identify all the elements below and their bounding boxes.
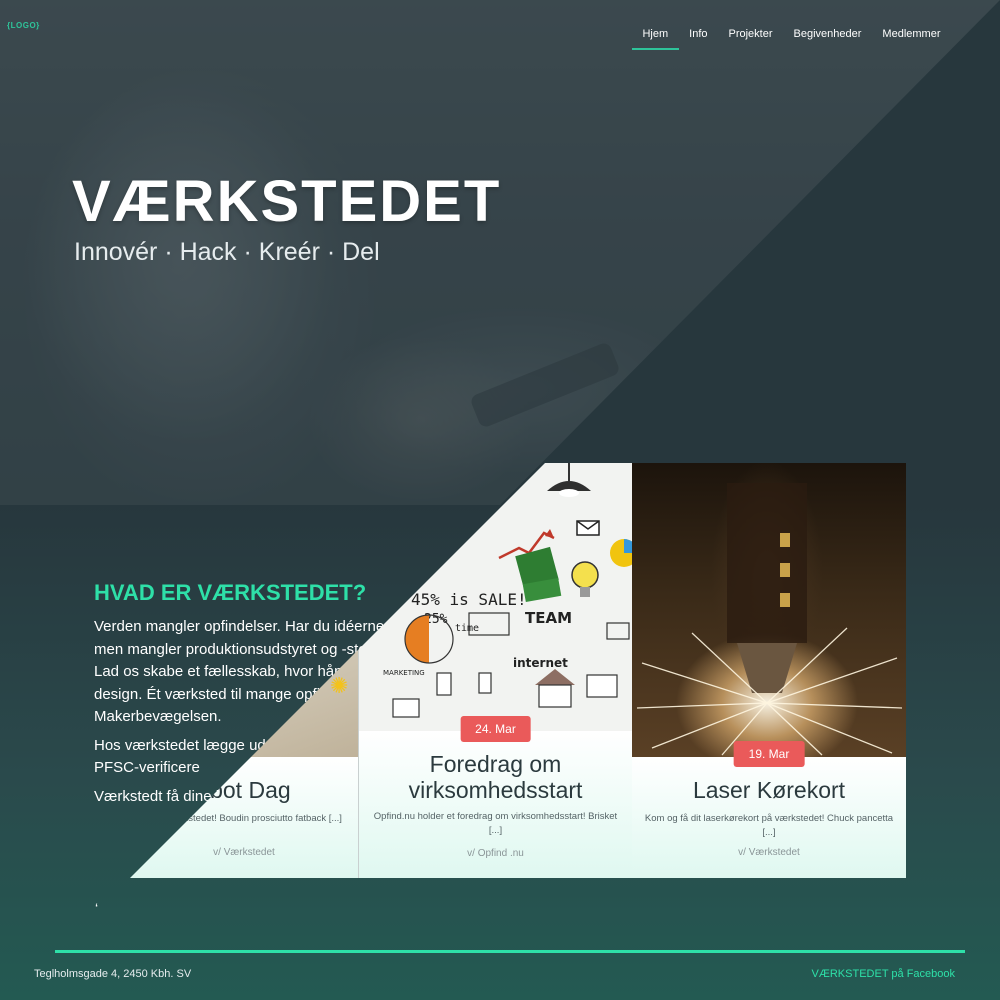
nav-item-begivenheder[interactable]: Begivenheder [783, 26, 872, 50]
nav-item-info[interactable]: Info [679, 26, 718, 50]
event-author: v/ Opfind .nu [467, 848, 524, 859]
footer-divider [55, 950, 965, 953]
sun-icon: ✺ [330, 673, 349, 698]
event-card-body: 19. Mar Laser Kørekort Kom og få dit las… [632, 741, 906, 878]
footer-address: Teglholmsgade 4, 2450 Kbh. SV [34, 968, 192, 980]
pie-chart-icon [405, 615, 429, 663]
event-author: v/ Værkstedet [213, 847, 275, 858]
nav-item-medlemmer[interactable]: Medlemmer [872, 26, 951, 50]
event-image-laser-sparks [632, 463, 906, 757]
sketch-sale-text: 45% is SALE! [411, 590, 527, 609]
house-icon [535, 669, 575, 685]
svg-text:internet: internet [513, 656, 568, 670]
about-title: HVAD ER VÆRKSTEDET? [94, 580, 367, 605]
event-author: v/ Værkstedet [738, 847, 800, 858]
event-date-badge: 19. Mar [733, 741, 805, 767]
event-date-badge: 24. Mar [460, 716, 531, 742]
event-card[interactable]: 19. Mar Laser Kørekort Kom og få dit las… [632, 463, 906, 878]
facebook-link[interactable]: VÆRKSTEDET på Facebook [812, 968, 955, 980]
hero-title: VÆRKSTEDET [72, 169, 502, 234]
phone-icon [436, 672, 452, 696]
event-excerpt: Kom og få dit laserkørekort på værkstede… [644, 813, 894, 838]
laser-sparks-illustration [636, 483, 903, 756]
event-excerpt: Opfind.nu holder et foredrag om virksomh… [373, 811, 618, 836]
svg-text:TEAM: TEAM [525, 609, 572, 627]
nav-item-projekter[interactable]: Projekter [718, 26, 783, 50]
svg-text:time: time [455, 623, 479, 634]
svg-text:MARKETING: MARKETING [383, 669, 425, 677]
building-icon [586, 674, 618, 698]
event-card-body: 24. Mar Foredrag om virksomhedsstart Opf… [359, 716, 632, 878]
hero-tagline: Innovér · Hack · Kreér · Del [74, 238, 380, 266]
nav-item-hjem[interactable]: Hjem [631, 26, 679, 50]
event-title[interactable]: Foredrag om virksomhedsstart [359, 751, 632, 803]
main-nav: Hjem Info Projekter Begivenheder Medlemm… [631, 26, 951, 50]
monitor-icon [392, 698, 420, 718]
stray-mark: ‘ [95, 900, 99, 916]
site-logo[interactable]: {LOGO} [7, 21, 40, 30]
event-title[interactable]: Laser Kørekort [632, 777, 906, 803]
lightbulb-icon [571, 561, 599, 589]
